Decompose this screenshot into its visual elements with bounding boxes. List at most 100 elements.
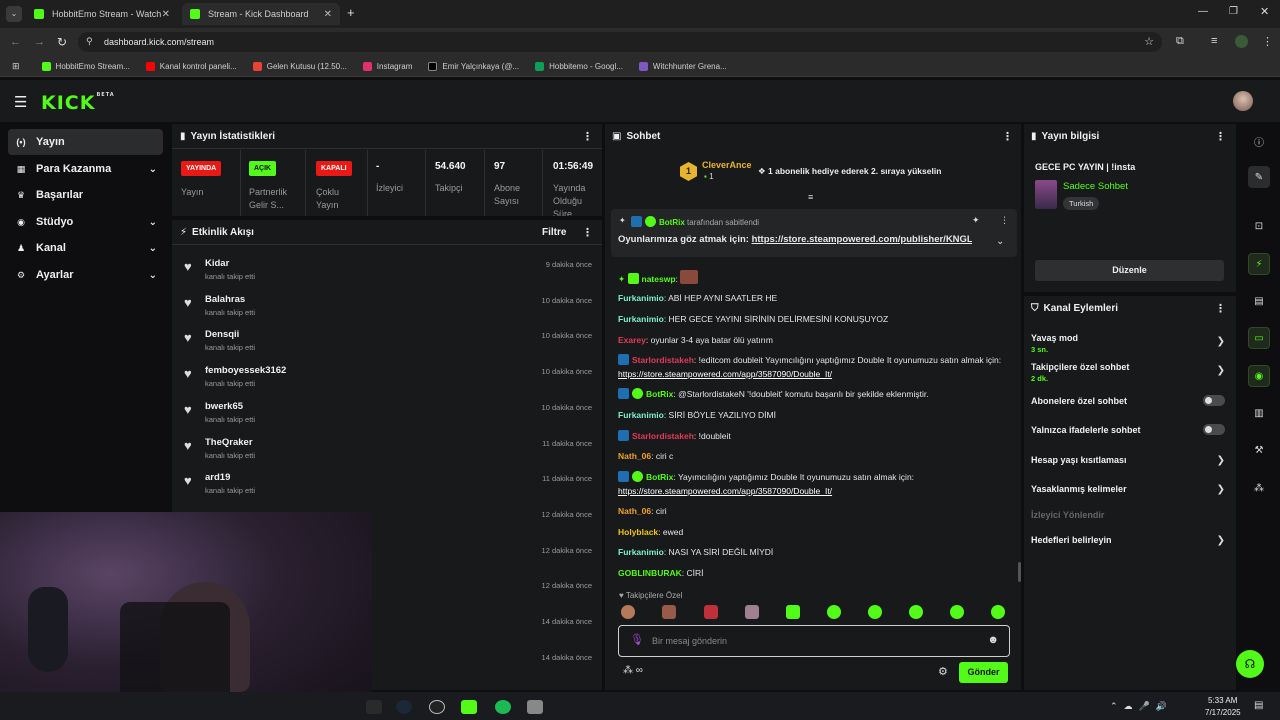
- emotes-only-toggle[interactable]: [1203, 424, 1225, 435]
- tab-search-button[interactable]: ⌄: [6, 6, 22, 22]
- activity-menu-icon[interactable]: ⋮: [582, 226, 593, 239]
- back-icon[interactable]: ←: [10, 36, 21, 48]
- bookmark-item[interactable]: Emir Yalçınkaya (@...: [428, 61, 519, 71]
- emote-icon[interactable]: [745, 605, 759, 619]
- emote-icon[interactable]: [909, 605, 923, 619]
- unpin-icon[interactable]: ✦: [972, 215, 980, 226]
- nav-item-basarilar[interactable]: ♛ Başarılar: [8, 182, 163, 208]
- forward-icon[interactable]: →: [34, 36, 45, 48]
- taskbar-app-icon[interactable]: [366, 700, 382, 714]
- chat-input-box[interactable]: 🎙 Bir mesaj gönderin ☻: [618, 625, 1010, 657]
- activity-row[interactable]: ♥ TheQraker kanalı takip etti 11 dakika önc…: [174, 431, 600, 467]
- send-button[interactable]: Gönder: [959, 662, 1008, 683]
- pinned-menu-icon[interactable]: ⋮: [1000, 215, 1009, 226]
- stats-menu-icon[interactable]: ⋮: [582, 130, 593, 143]
- activity-row[interactable]: ♥ ard19 kanalı takip etti 11 dakika önce: [174, 466, 600, 502]
- activity-row[interactable]: ♥ Balahras kanalı takip etti 10 dakika önce: [174, 288, 600, 324]
- nav-item-kanal[interactable]: ♟ Kanal ⌄: [8, 235, 163, 261]
- followers-only-row[interactable]: Takipçilere özel sohbet 2 dk. ❯: [1031, 362, 1229, 383]
- emote-icon[interactable]: [991, 605, 1005, 619]
- restore-icon[interactable]: ❐: [1229, 6, 1238, 17]
- emote-icon[interactable]: [786, 605, 800, 619]
- bookmark-item[interactable]: Instagram: [362, 61, 412, 71]
- user-avatar[interactable]: [1233, 91, 1253, 111]
- banned-words-row[interactable]: Yasaklanmış kelimeler ❯: [1031, 484, 1229, 495]
- chat-panel-icon[interactable]: ▭: [1248, 327, 1270, 349]
- chat-settings-icon[interactable]: ⚙: [938, 665, 948, 678]
- browser-tab-dashboard[interactable]: Stream - Kick Dashboard ✕: [182, 3, 340, 25]
- microphone-icon[interactable]: 🎙: [630, 633, 644, 646]
- nav-item-studyo[interactable]: ◉ Stüdyo ⌄: [8, 209, 163, 235]
- close-tab-icon[interactable]: ✕: [324, 9, 332, 20]
- bookmark-item[interactable]: HobbitEmo Stream...: [41, 61, 130, 71]
- camera-icon[interactable]: ⊡: [1248, 215, 1270, 237]
- media-icon[interactable]: ≡: [1211, 35, 1217, 47]
- bookmark-item[interactable]: Hobbitemo - Googl...: [535, 61, 623, 71]
- goals-row[interactable]: Hedefleri belirleyin ❯: [1031, 535, 1229, 546]
- pinned-message[interactable]: ✦ BotRix tarafından sabitlendi ✦ ⋮ Oyunl…: [611, 209, 1017, 257]
- chat-users-icon[interactable]: ⁂ ∞: [623, 665, 643, 676]
- extensions-icon[interactable]: ⧉: [1176, 35, 1184, 48]
- url-field[interactable]: ⚲ dashboard.kick.com/stream ☆: [78, 32, 1162, 52]
- edit-stream-info-button[interactable]: Düzenle: [1035, 260, 1224, 281]
- close-window-icon[interactable]: ✕: [1260, 5, 1269, 18]
- account-age-row[interactable]: Hesap yaşı kısıtlaması ❯: [1031, 455, 1229, 466]
- site-info-icon[interactable]: ⚲: [86, 36, 93, 47]
- minimize-icon[interactable]: —: [1198, 6, 1208, 17]
- activity-row[interactable]: ♥ Densqii kanalı takip etti 10 dakika önce: [174, 323, 600, 359]
- browser-menu-icon[interactable]: ⋮: [1262, 35, 1273, 48]
- nav-item-para-kazanma[interactable]: ▦ Para Kazanma ⌄: [8, 156, 163, 182]
- subscribers-only-toggle[interactable]: [1203, 395, 1225, 406]
- slow-mode-row[interactable]: Yavaş mod 3 sn. ❯: [1031, 333, 1229, 354]
- community-icon[interactable]: ⁂: [1248, 477, 1270, 499]
- new-tab-button[interactable]: +: [347, 5, 355, 20]
- emote-icon[interactable]: [868, 605, 882, 619]
- info-icon[interactable]: ⓘ: [1248, 130, 1270, 152]
- nav-item-yayin[interactable]: (•) Yayın: [8, 129, 163, 155]
- emote-icon[interactable]: [950, 605, 964, 619]
- emote-icon[interactable]: [621, 605, 635, 619]
- kick-app-icon[interactable]: [461, 700, 477, 714]
- quick-actions-icon[interactable]: ⚡: [1248, 253, 1270, 275]
- bookmark-item[interactable]: Gelen Kutusu (12.50...: [252, 61, 347, 71]
- chat-link[interactable]: https://store.steampowered.com/app/35870…: [618, 369, 832, 379]
- chat-link[interactable]: https://store.steampowered.com/app/35870…: [618, 486, 832, 496]
- broadcast-panel-icon[interactable]: ◉: [1248, 365, 1270, 387]
- folder-icon[interactable]: [527, 700, 543, 714]
- tray-icons[interactable]: ⌃☁🎤🔊: [1110, 701, 1173, 712]
- close-tab-icon[interactable]: ✕: [162, 9, 170, 20]
- kick-logo[interactable]: KICKBETA: [41, 92, 115, 114]
- hamburger-menu-icon[interactable]: ☰: [14, 93, 27, 111]
- bookmark-item[interactable]: Kanal kontrol paneli...: [145, 61, 237, 71]
- obs-icon[interactable]: [429, 700, 445, 714]
- layout-icon[interactable]: ▥: [1248, 402, 1270, 424]
- nav-item-ayarlar[interactable]: ⚙ Ayarlar ⌄: [8, 262, 163, 288]
- gift-leaderboard[interactable]: 1 CleverAnce ▪ 1 ❖ 1 abonelik hediye ede…: [680, 160, 980, 184]
- stream-info-menu-icon[interactable]: ⋮: [1215, 130, 1226, 143]
- activity-row[interactable]: ♥ Kidar kanalı takip etti 9 dakika önce: [174, 252, 600, 288]
- channel-actions-menu-icon[interactable]: ⋮: [1215, 302, 1226, 315]
- expand-chevron-icon[interactable]: ⌄: [996, 236, 1004, 247]
- document-icon[interactable]: ▤: [1248, 290, 1270, 312]
- reload-icon[interactable]: ↻: [57, 35, 67, 49]
- bookmark-item[interactable]: Witchhunter Grena...: [638, 61, 727, 71]
- tools-icon[interactable]: ⚒: [1248, 439, 1270, 461]
- profile-avatar[interactable]: [1235, 35, 1248, 48]
- spotify-icon[interactable]: [495, 700, 511, 714]
- chat-scrollbar[interactable]: [1018, 562, 1021, 582]
- activity-row[interactable]: ♥ femboyessek3162 kanalı takip etti 10 daki…: [174, 359, 600, 395]
- emote-icon[interactable]: [704, 605, 718, 619]
- edit-icon[interactable]: ✎: [1248, 166, 1270, 188]
- activity-row[interactable]: ♥ bwerk65 kanalı takip etti 10 dakika önce: [174, 395, 600, 431]
- activity-filter-button[interactable]: Filtre: [542, 227, 566, 238]
- emote-icon[interactable]: [827, 605, 841, 619]
- support-button[interactable]: ☊: [1236, 650, 1264, 678]
- chat-menu-icon[interactable]: ⋮: [1002, 130, 1013, 143]
- collapse-handle-icon[interactable]: ≡: [808, 192, 813, 202]
- emote-icon[interactable]: [662, 605, 676, 619]
- category-link[interactable]: Sadece Sohbet: [1063, 181, 1128, 192]
- emoji-icon[interactable]: ☻: [987, 634, 999, 646]
- pinned-link[interactable]: https://store.steampowered.com/publisher…: [752, 234, 972, 245]
- notification-icon[interactable]: ▤: [1254, 700, 1263, 711]
- bookmark-star-icon[interactable]: ☆: [1144, 35, 1154, 48]
